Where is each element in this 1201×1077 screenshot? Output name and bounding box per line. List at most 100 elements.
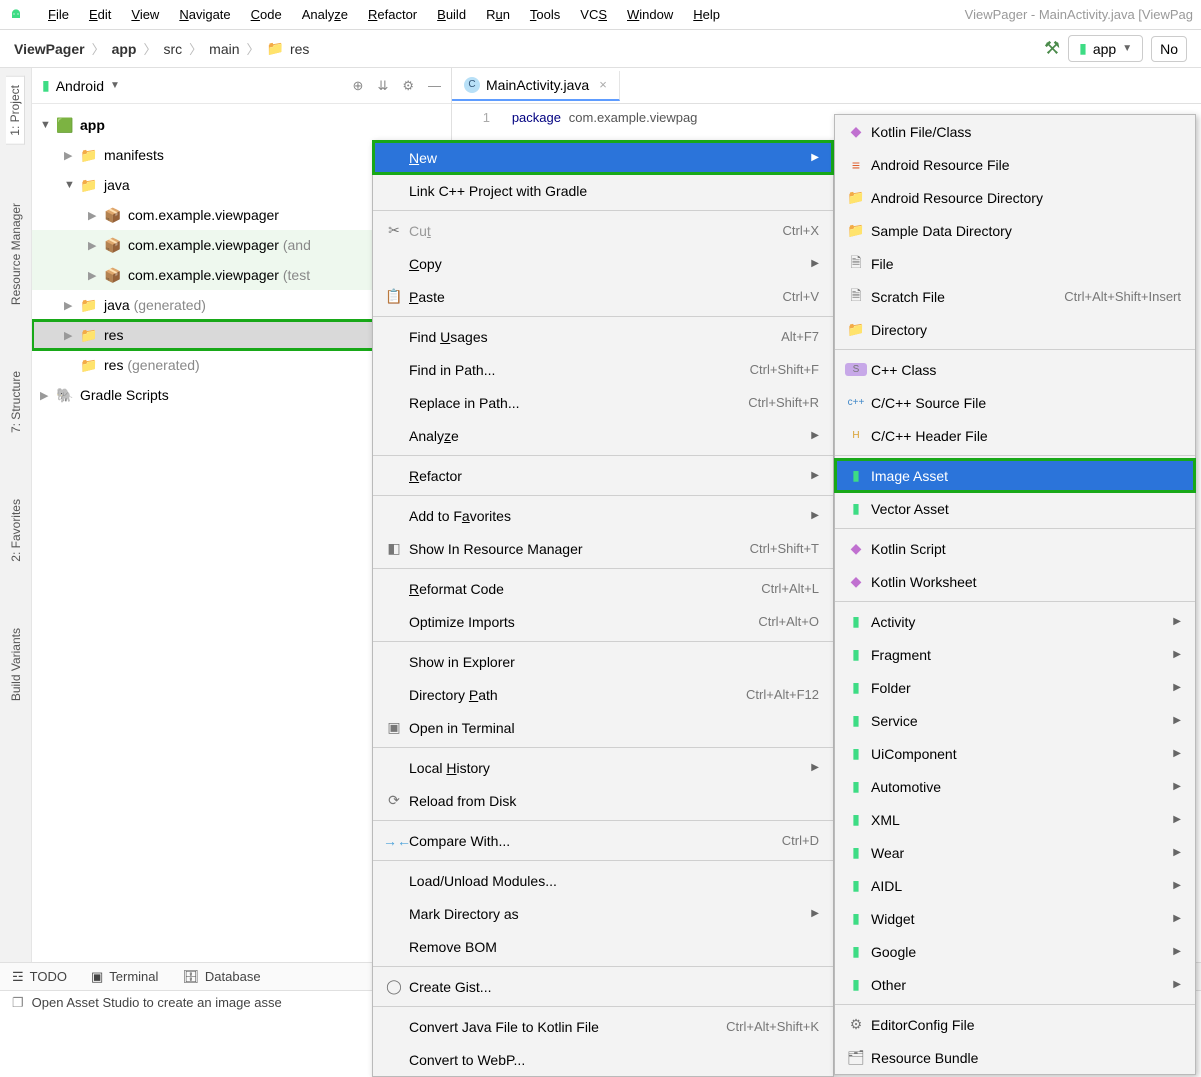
menu-vcs[interactable]: VCS	[570, 4, 617, 25]
locate-icon[interactable]: ⊕	[353, 78, 364, 94]
menu-analyze[interactable]: Analyze	[292, 4, 358, 25]
menu-item-directory[interactable]: 📁Directory	[835, 313, 1195, 346]
menu-item-aidl[interactable]: ▮AIDL▶	[835, 869, 1195, 902]
gear-icon[interactable]: ⚙	[402, 78, 414, 94]
expand-icon[interactable]: ▶	[64, 149, 78, 162]
menu-item-convert-kotlin[interactable]: Convert Java File to Kotlin FileCtrl+Alt…	[373, 1010, 833, 1043]
menu-item-google[interactable]: ▮Google▶	[835, 935, 1195, 968]
menu-item-remove-bom[interactable]: Remove BOM	[373, 930, 833, 963]
menu-item-vector-asset[interactable]: ▮Vector Asset	[835, 492, 1195, 525]
menu-view[interactable]: View	[121, 4, 169, 25]
expand-icon[interactable]: ▼	[40, 119, 54, 131]
editor-tab[interactable]: C MainActivity.java ×	[452, 71, 620, 101]
menu-edit[interactable]: Edit	[79, 4, 121, 25]
menu-item-paste[interactable]: 📋PasteCtrl+V	[373, 280, 833, 313]
menu-item-editorconfig[interactable]: ⚙EditorConfig File	[835, 1008, 1195, 1041]
menu-item-terminal[interactable]: ▣Open in Terminal	[373, 711, 833, 744]
menu-item-automotive[interactable]: ▮Automotive▶	[835, 770, 1195, 803]
menu-item-find-in-path[interactable]: Find in Path...Ctrl+Shift+F	[373, 353, 833, 386]
menu-item-optimize[interactable]: Optimize ImportsCtrl+Alt+O	[373, 605, 833, 638]
collapse-icon[interactable]: ⇊	[377, 78, 388, 94]
menu-item-mark-directory[interactable]: Mark Directory as▶	[373, 897, 833, 930]
menu-item-directory-path[interactable]: Directory PathCtrl+Alt+F12	[373, 678, 833, 711]
menu-item-resource-bundle[interactable]: 🗂Resource Bundle	[835, 1041, 1195, 1074]
tab-project[interactable]: 1: Project	[6, 76, 25, 145]
menu-item-kotlin-script[interactable]: ◆Kotlin Script	[835, 532, 1195, 565]
device-picker[interactable]: No	[1151, 36, 1187, 62]
menu-item-convert-webp[interactable]: Convert to WebP...	[373, 1043, 833, 1076]
menu-item-load-modules[interactable]: Load/Unload Modules...	[373, 864, 833, 897]
menu-file[interactable]: File	[38, 4, 79, 25]
menu-item-xml[interactable]: ▮XML▶	[835, 803, 1195, 836]
breadcrumb-item[interactable]: app	[112, 41, 137, 57]
tree-node-app[interactable]: ▼ 🟩 app	[32, 110, 451, 140]
menu-item-cut[interactable]: ✂CutCtrl+X	[373, 214, 833, 247]
menu-item-link-cpp[interactable]: Link C++ Project with Gradle	[373, 174, 833, 207]
menu-item-scratch[interactable]: 🗎Scratch FileCtrl+Alt+Shift+Insert	[835, 280, 1195, 313]
breadcrumb-item[interactable]: res	[290, 41, 309, 57]
tab-todo[interactable]: ☲TODO	[12, 969, 67, 985]
menu-item-c-header[interactable]: HC/C++ Header File	[835, 419, 1195, 452]
menu-item-resource-directory[interactable]: 📁Android Resource Directory	[835, 181, 1195, 214]
tab-structure[interactable]: 7: Structure	[7, 363, 25, 441]
tab-database[interactable]: 🗄Database	[182, 969, 260, 985]
menu-item-compare[interactable]: →←Compare With...Ctrl+D	[373, 824, 833, 857]
menu-item-gist[interactable]: ◯Create Gist...	[373, 970, 833, 1003]
menu-navigate[interactable]: Navigate	[169, 4, 240, 25]
expand-icon[interactable]: ▶	[40, 389, 54, 402]
menu-item-cpp-class[interactable]: SC++ Class	[835, 353, 1195, 386]
menu-item-kotlin-file[interactable]: ◆Kotlin File/Class	[835, 115, 1195, 148]
menu-code[interactable]: Code	[241, 4, 292, 25]
menu-item-fragment[interactable]: ▮Fragment▶	[835, 638, 1195, 671]
tab-resource-manager[interactable]: Resource Manager	[7, 195, 25, 313]
menu-tools[interactable]: Tools	[520, 4, 570, 25]
menu-item-file[interactable]: 🗎File	[835, 247, 1195, 280]
expand-icon[interactable]: ▶	[64, 299, 78, 312]
menu-item-new[interactable]: New ▶	[373, 141, 833, 174]
menu-item-uicomponent[interactable]: ▮UiComponent▶	[835, 737, 1195, 770]
menu-build[interactable]: Build	[427, 4, 476, 25]
menu-item-kotlin-worksheet[interactable]: ◆Kotlin Worksheet	[835, 565, 1195, 598]
expand-icon[interactable]: ▶	[88, 209, 102, 222]
menu-item-favorites[interactable]: Add to Favorites▶	[373, 499, 833, 532]
breadcrumb[interactable]: ViewPager 〉 app 〉 src 〉 main 〉 📁 res	[14, 39, 309, 58]
menu-item-find-usages[interactable]: Find UsagesAlt+F7	[373, 320, 833, 353]
menu-item-image-asset[interactable]: ▮Image Asset	[835, 459, 1195, 492]
breadcrumb-item[interactable]: ViewPager	[14, 41, 85, 57]
expand-icon[interactable]: ▶	[64, 329, 78, 342]
build-hammer-icon[interactable]: ⚒	[1044, 38, 1060, 59]
menu-item-reload[interactable]: ⟳Reload from Disk	[373, 784, 833, 817]
menu-item-local-history[interactable]: Local History▶	[373, 751, 833, 784]
menu-window[interactable]: Window	[617, 4, 683, 25]
run-config-picker[interactable]: ▮ app ▼	[1068, 35, 1143, 62]
menu-item-sample-data[interactable]: 📁Sample Data Directory	[835, 214, 1195, 247]
menu-item-refactor[interactable]: Refactor▶	[373, 459, 833, 492]
breadcrumb-item[interactable]: src	[163, 41, 182, 57]
tab-terminal[interactable]: ▣Terminal	[91, 969, 158, 985]
expand-icon[interactable]: ▼	[64, 179, 78, 191]
menu-help[interactable]: Help	[683, 4, 730, 25]
menu-item-other[interactable]: ▮Other▶	[835, 968, 1195, 1001]
tab-favorites[interactable]: 2: Favorites	[7, 491, 25, 570]
menu-item-copy[interactable]: Copy▶	[373, 247, 833, 280]
menu-item-c-source[interactable]: c++C/C++ Source File	[835, 386, 1195, 419]
close-icon[interactable]: ×	[599, 77, 607, 92]
menu-item-wear[interactable]: ▮Wear▶	[835, 836, 1195, 869]
menu-item-widget[interactable]: ▮Widget▶	[835, 902, 1195, 935]
menu-item-service[interactable]: ▮Service▶	[835, 704, 1195, 737]
menu-run[interactable]: Run	[476, 4, 520, 25]
expand-icon[interactable]: ▶	[88, 269, 102, 282]
menu-item-replace-in-path[interactable]: Replace in Path...Ctrl+Shift+R	[373, 386, 833, 419]
menu-item-explorer[interactable]: Show in Explorer	[373, 645, 833, 678]
menu-item-analyze[interactable]: Analyze▶	[373, 419, 833, 452]
project-view-picker[interactable]: ▮ Android ▼	[42, 77, 120, 94]
expand-icon[interactable]: ▶	[88, 239, 102, 252]
breadcrumb-item[interactable]: main	[209, 41, 239, 57]
tab-build-variants[interactable]: Build Variants	[7, 620, 25, 709]
menu-item-folder[interactable]: ▮Folder▶	[835, 671, 1195, 704]
menu-item-reformat[interactable]: Reformat CodeCtrl+Alt+L	[373, 572, 833, 605]
menu-item-resource-file[interactable]: ≡Android Resource File	[835, 148, 1195, 181]
menu-item-activity[interactable]: ▮Activity▶	[835, 605, 1195, 638]
menu-item-show-rm[interactable]: ◧Show In Resource ManagerCtrl+Shift+T	[373, 532, 833, 565]
hide-icon[interactable]: —	[428, 78, 441, 94]
